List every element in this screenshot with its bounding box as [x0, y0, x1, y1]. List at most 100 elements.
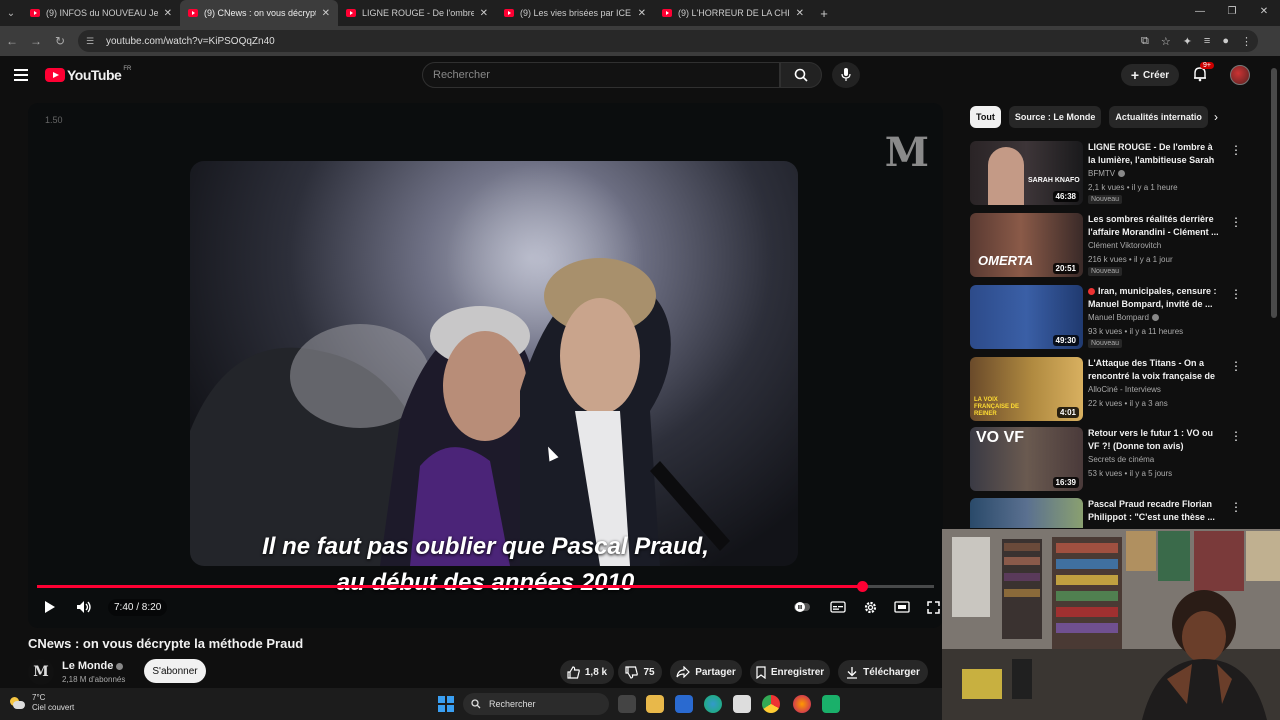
edge-icon[interactable] [704, 695, 722, 713]
hamburger-menu-icon[interactable] [14, 69, 28, 84]
live-dot-icon [1088, 288, 1095, 296]
recommendation-item[interactable]: LA VOIX FRANÇAISE DE REINER 4:01 L'Attaq… [970, 357, 1260, 423]
youtube-favicon-icon [30, 9, 40, 17]
browser-tab-2[interactable]: (9) CNews : on vous décrypte la✕ [180, 0, 338, 26]
app-green-icon[interactable] [822, 695, 840, 713]
create-button[interactable]: + Créer [1121, 64, 1179, 86]
browser-tab-4[interactable]: (9) Les vies brisées par ICE - rep✕ [496, 0, 654, 26]
voice-search-button[interactable] [832, 62, 860, 88]
volume-button[interactable] [74, 595, 94, 619]
verified-icon [1151, 314, 1159, 322]
extensions-icon[interactable]: ✦ [1183, 35, 1192, 48]
more-options-icon[interactable]: ⋮ [1230, 287, 1242, 301]
save-button[interactable]: Enregistrer [750, 660, 830, 684]
chip-all[interactable]: Tout [970, 106, 1001, 128]
recommendation-item[interactable]: SARAH KNAFO 46:38 LIGNE ROUGE - De l'omb… [970, 141, 1260, 207]
youtube-logo[interactable]: YouTube FR [45, 66, 131, 83]
site-info-icon[interactable]: ☰ [86, 36, 98, 46]
subtitle-line-2: au début des années 2010 [336, 569, 635, 596]
account-avatar[interactable] [1230, 65, 1250, 85]
rec-channel: Secrets de cinéma [1088, 455, 1155, 464]
thumbs-up-icon [567, 665, 580, 679]
recommendation-item[interactable]: VO VF 16:39 Retour vers le futur 1 : VO … [970, 427, 1260, 493]
download-button[interactable]: Télécharger [838, 660, 928, 684]
search-icon [794, 68, 808, 82]
bookmark-star-icon[interactable]: ☆ [1161, 35, 1171, 48]
subscribe-button[interactable]: S'abonner [144, 659, 206, 683]
miniplayer-button[interactable] [891, 595, 913, 619]
dislike-button[interactable]: 75 [618, 660, 662, 684]
channel-avatar[interactable]: M [28, 659, 54, 685]
youtube-play-icon [45, 68, 65, 82]
scrollbar-thumb[interactable] [1271, 68, 1277, 318]
channel-name[interactable]: Le Monde [62, 660, 124, 672]
progress-bar[interactable] [37, 581, 934, 592]
bookmark-icon [756, 665, 766, 679]
rec-title: L'Attaque des Titans - On a rencontré la… [1088, 358, 1216, 381]
close-tab-icon[interactable]: ✕ [796, 8, 804, 19]
autoplay-toggle[interactable] [792, 595, 812, 619]
rec-title: Iran, municipales, censure : Manuel Bomp… [1088, 286, 1217, 309]
browser-tab-1[interactable]: (9) INFOS du NOUVEAU Jeu DR✕ [22, 0, 180, 26]
close-tab-icon[interactable]: ✕ [164, 8, 172, 19]
new-tab-button[interactable]: + [812, 6, 836, 21]
browser-tab-3[interactable]: LIGNE ROUGE - De l'ombre à la✕ [338, 0, 496, 26]
like-button[interactable]: 1,8 k [560, 660, 614, 684]
chip-source[interactable]: Source : Le Monde [1008, 106, 1102, 128]
rec-channel: AlloCiné - Interviews [1088, 385, 1161, 394]
taskbar-search[interactable]: Rechercher [463, 693, 609, 715]
fullscreen-button[interactable] [923, 595, 943, 619]
recommendation-item[interactable]: 49:30 Iran, municipales, censure : Manue… [970, 285, 1260, 351]
settings-button[interactable] [859, 595, 881, 619]
app-icon[interactable] [733, 695, 751, 713]
search-input[interactable]: Rechercher [422, 62, 780, 88]
browser-toolbar: ← → ↻ ☰ youtube.com/watch?v=KiPSOQqZn40 … [0, 26, 1280, 56]
more-options-icon[interactable]: ⋮ [1230, 143, 1242, 157]
play-button[interactable] [40, 595, 60, 619]
subscriber-count: 2,18 M d'abonnés [62, 675, 126, 684]
page-scrollbar[interactable] [1270, 60, 1278, 530]
tab-search-icon[interactable]: ⌄ [0, 0, 22, 26]
forward-icon[interactable]: → [24, 34, 48, 48]
more-options-icon[interactable]: ⋮ [1230, 359, 1242, 373]
share-button[interactable]: Partager [670, 660, 742, 684]
subtitles-button[interactable] [827, 595, 849, 619]
thumb-text: OMERTA [978, 253, 1034, 268]
notifications-button[interactable]: 9+ [1192, 62, 1214, 84]
firefox-icon[interactable] [793, 695, 811, 713]
close-tab-icon[interactable]: ✕ [480, 8, 488, 19]
plus-icon: + [1130, 67, 1140, 83]
notification-badge: 9+ [1200, 62, 1214, 69]
back-icon[interactable]: ← [0, 34, 24, 48]
minimize-icon[interactable]: — [1184, 0, 1216, 26]
browser-tab-5[interactable]: (9) L'HORREUR DE LA CHIRURG✕ [654, 0, 812, 26]
task-view-icon[interactable] [618, 695, 636, 713]
profile-icon[interactable]: ● [1222, 35, 1229, 47]
more-options-icon[interactable]: ⋮ [1230, 429, 1242, 443]
close-tab-icon[interactable]: ✕ [322, 8, 330, 19]
more-options-icon[interactable]: ⋮ [1230, 500, 1242, 514]
recommendation-item[interactable]: OMERTA 20:51 Les sombres réalités derriè… [970, 213, 1260, 279]
windows-start-icon[interactable] [438, 696, 454, 712]
chip-international-news[interactable]: Actualités internatio [1109, 106, 1208, 128]
reload-icon[interactable]: ↻ [48, 34, 72, 48]
store-icon[interactable] [675, 695, 693, 713]
chevron-right-icon[interactable]: › [1214, 110, 1218, 124]
close-window-icon[interactable]: ✕ [1248, 0, 1280, 26]
restore-icon[interactable]: ❐ [1216, 0, 1248, 26]
video-player[interactable]: 1.50 M Il ne faut pas oublier que Pascal… [28, 103, 943, 628]
volume-icon [77, 601, 91, 613]
cast-icon[interactable]: ⧉ [1141, 35, 1149, 48]
weather-widget[interactable]: 7°C Ciel couvert [8, 693, 74, 713]
menu-kebab-icon[interactable]: ⋮ [1241, 35, 1252, 48]
filter-chips: Tout Source : Le Monde Actualités intern… [970, 106, 1230, 128]
recommendation-item[interactable]: Pascal Praud recadre Florian Philippot :… [970, 498, 1260, 528]
media-icon[interactable]: ≡ [1204, 35, 1210, 47]
file-explorer-icon[interactable] [646, 695, 664, 713]
close-tab-icon[interactable]: ✕ [638, 8, 646, 19]
address-bar[interactable]: ☰ youtube.com/watch?v=KiPSOQqZn40 ⧉ ☆ ✦ … [78, 30, 1258, 52]
chrome-icon[interactable] [762, 695, 780, 713]
autoplay-pause-icon [794, 602, 810, 612]
more-options-icon[interactable]: ⋮ [1230, 215, 1242, 229]
search-button[interactable] [780, 62, 822, 88]
